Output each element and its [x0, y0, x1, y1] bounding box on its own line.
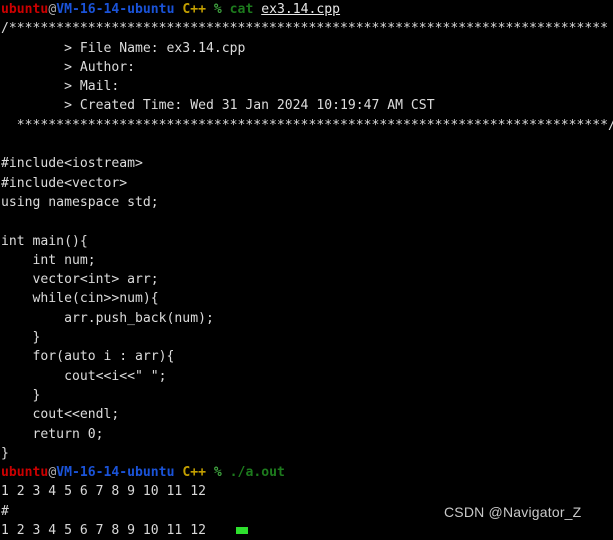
code-line-while: while(cin>>num){	[1, 291, 159, 307]
prompt-line-run: ubuntu@VM-16-14-ubuntu C++ % ./a.out	[0, 463, 613, 482]
terminal-window[interactable]: ubuntu@VM-16-14-ubuntu C++ % cat ex3.14.…	[0, 0, 613, 538]
prompt-symbol: %	[213, 2, 222, 17]
code-line-cout-endl: cout<<endl;	[1, 407, 120, 423]
terminal-cursor	[236, 527, 248, 534]
code-line-include-iostream: #include<iostream>	[1, 156, 143, 172]
code-line-close-for: }	[1, 387, 41, 403]
code-line-for: for(auto i : arr){	[1, 349, 175, 365]
code-line-int-num: int num;	[1, 252, 96, 268]
prompt-directory: C++	[182, 2, 206, 17]
prompt-user-2: ubuntu	[1, 465, 49, 481]
code-line-include-vector: #include<vector>	[1, 175, 128, 191]
prompt-space-3	[222, 2, 230, 17]
comment-line-author: > Author:	[1, 59, 143, 75]
output-line-2: 1 2 3 4 5 6 7 8 9 10 11 12	[1, 523, 206, 539]
prompt-space-6	[206, 465, 214, 480]
code-line-cout-i: cout<<i<<" ";	[1, 368, 167, 384]
comment-line-file-name: > File Name: ex3.14.cpp	[1, 40, 246, 56]
comment-line-mail: > Mail:	[1, 79, 128, 95]
code-line-main: int main(){	[1, 233, 88, 249]
prompt-host-2: VM-16-14-ubuntu	[56, 465, 175, 481]
watermark-text: CSDN @Navigator_Z	[444, 504, 582, 520]
code-line-using-namespace: using namespace std;	[1, 194, 159, 210]
output-line-1: 1 2 3 4 5 6 7 8 9 10 11 12	[1, 484, 206, 500]
command-cat: cat	[229, 2, 254, 17]
code-line-close-main: }	[1, 445, 9, 461]
prompt-line-cat: ubuntu@VM-16-14-ubuntu C++ % cat ex3.14.…	[0, 0, 613, 19]
prompt-symbol-2: %	[213, 465, 222, 481]
code-line-blank-1	[0, 212, 613, 231]
prompt-user: ubuntu	[1, 2, 49, 17]
comment-line-created-time: > Created Time: Wed 31 Jan 2024 10:19:47…	[1, 98, 435, 114]
comment-banner-bottom: ****************************************…	[1, 117, 613, 133]
code-line-return: return 0;	[1, 426, 104, 442]
comment-banner-top: /***************************************…	[1, 21, 608, 37]
code-line-vector-arr: vector<int> arr;	[1, 272, 159, 288]
code-line-close-while: }	[1, 330, 41, 346]
command-run-a-out: ./a.out	[229, 465, 285, 481]
prompt-space-7	[222, 465, 230, 480]
prompt-space-2	[206, 2, 214, 17]
prompt-host: VM-16-14-ubuntu	[56, 2, 175, 17]
code-line-push-back: arr.push_back(num);	[1, 310, 214, 326]
prompt-directory-2: C++	[182, 465, 206, 481]
command-arg-filename: ex3.14.cpp	[261, 2, 341, 17]
